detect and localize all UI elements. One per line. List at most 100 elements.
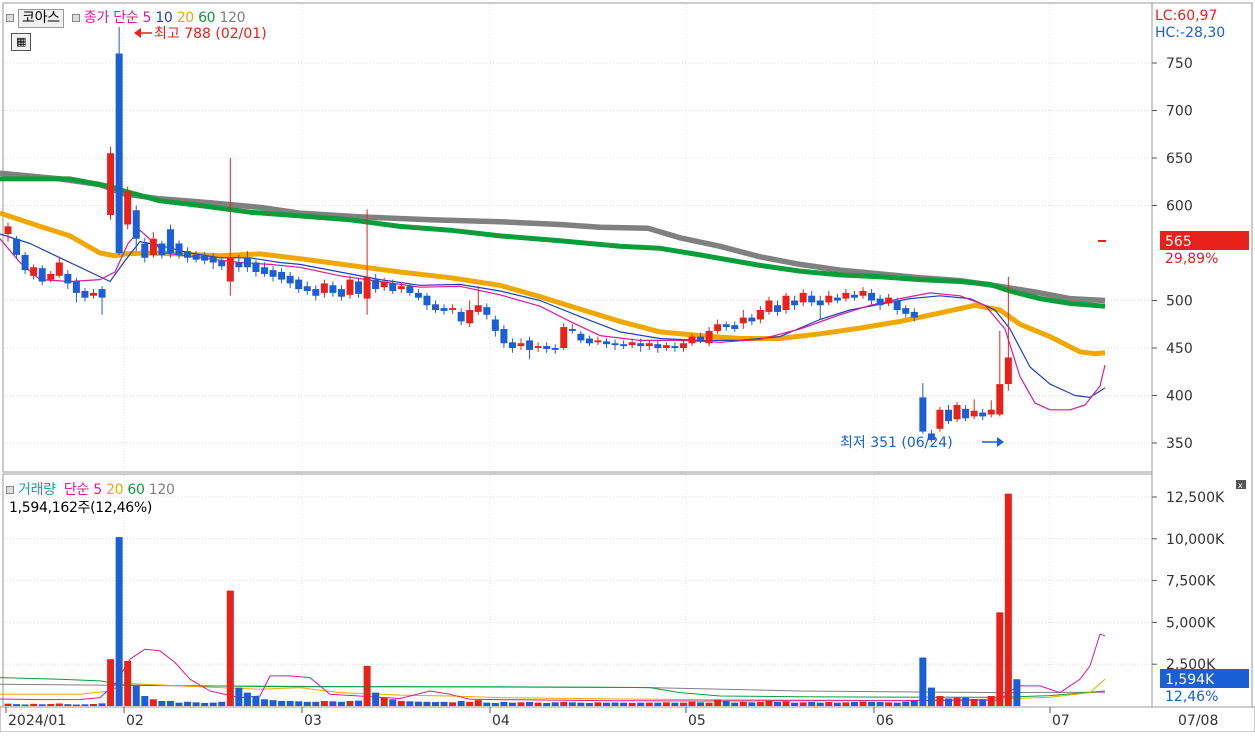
candle-body	[859, 291, 867, 296]
volume-bar	[201, 702, 209, 706]
candle-body	[397, 286, 405, 290]
candle-body	[551, 348, 559, 350]
candle-body	[457, 311, 465, 322]
volume-bar	[38, 704, 46, 706]
volume-bar	[953, 697, 961, 706]
current-volume-label: 1,594K	[1165, 672, 1215, 688]
candle-body	[945, 409, 952, 422]
volume-title[interactable]: 거래량	[18, 482, 56, 498]
price-toggle-icon[interactable]	[6, 14, 14, 22]
volume-bar	[577, 702, 585, 706]
volume-bar	[295, 701, 303, 706]
candle-body	[107, 153, 115, 215]
candle-body	[278, 272, 286, 280]
symbol-button[interactable]: 코아스	[18, 9, 64, 28]
candle-body	[13, 238, 21, 255]
volume-bar	[671, 702, 679, 706]
volume-bar	[132, 685, 140, 706]
volume-bar	[218, 701, 226, 706]
volume-bar	[320, 700, 328, 706]
volume-bar	[688, 701, 696, 706]
candle-body	[543, 346, 551, 349]
candle-body	[320, 283, 328, 293]
high-annotation: 최고 788 (02/01)	[154, 26, 267, 42]
candle-body	[132, 210, 140, 239]
volume-bar	[714, 699, 722, 706]
candle-body	[782, 295, 790, 310]
candle-body	[192, 254, 200, 260]
candle-body	[380, 281, 388, 288]
volume-bar	[329, 701, 337, 706]
volume-bar	[833, 702, 841, 706]
ma-toggle-icon[interactable]	[71, 14, 80, 22]
volume-bar	[876, 701, 884, 706]
volume-bar	[825, 701, 833, 706]
volume-bar	[731, 702, 739, 706]
volume-bar	[474, 700, 482, 706]
price-tick-label: 350	[1166, 436, 1193, 452]
volume-bar	[149, 699, 157, 706]
volume-bar	[158, 700, 166, 706]
volume-bar	[791, 702, 799, 706]
volume-bar	[21, 704, 29, 706]
candle-body	[816, 300, 824, 306]
volume-bar	[432, 701, 439, 706]
candle-body	[791, 300, 799, 306]
candle-body	[466, 310, 474, 324]
candle-body	[312, 289, 320, 296]
candle-body	[637, 343, 645, 347]
x-tick-label: 04	[492, 713, 510, 729]
candle-body	[594, 340, 602, 343]
candle-body	[218, 260, 226, 267]
volume-bar	[226, 590, 234, 706]
volume-bar	[278, 700, 286, 706]
volume-ma-name[interactable]: 단순	[64, 482, 89, 498]
candle-body	[748, 317, 756, 322]
candle-body	[970, 410, 978, 417]
candle-body	[953, 405, 961, 420]
candle-body	[568, 329, 576, 331]
volume-bar	[47, 703, 55, 706]
volume-bar	[1013, 679, 1021, 706]
volume-bar	[141, 695, 149, 706]
candle-body	[261, 267, 268, 274]
candle-body	[868, 292, 876, 301]
volume-bar	[979, 699, 987, 706]
candle-body	[166, 229, 174, 253]
volume-bar	[261, 699, 268, 706]
ma-indicator-name[interactable]: 종가 단순	[84, 10, 139, 26]
volume-tick-label: 12,500K	[1166, 490, 1225, 506]
candle-body	[508, 342, 516, 348]
price-panel	[2, 2, 1153, 473]
volume-bar	[782, 701, 790, 706]
candle-body	[833, 297, 841, 301]
candle-body	[175, 243, 183, 255]
candle-body	[902, 308, 910, 314]
candle-body	[440, 308, 448, 311]
price-header: 코아스 종가 단순 5 10 20 60 120	[6, 7, 246, 28]
volume-toggle-icon[interactable]	[6, 486, 14, 494]
volume-bar	[440, 701, 448, 706]
candle-body	[209, 256, 217, 263]
candle-body	[47, 273, 55, 280]
volume-bar	[517, 702, 525, 706]
volume-bar	[970, 698, 978, 706]
volume-bar	[175, 702, 183, 706]
x-current-date: 07/08	[1178, 713, 1218, 729]
volume-bar	[397, 700, 405, 706]
volume-bar	[337, 701, 345, 706]
volume-bar	[124, 660, 132, 706]
volume-bar	[81, 704, 89, 706]
candle-body	[893, 300, 901, 310]
grid-table-icon[interactable]: ▦	[11, 33, 31, 51]
volume-bar	[859, 701, 867, 706]
volume-bar	[235, 687, 243, 706]
volume-bar	[372, 692, 380, 706]
candle-body	[389, 283, 397, 291]
candle-body	[500, 329, 508, 344]
candle-body	[697, 336, 705, 341]
candle-body	[620, 344, 628, 347]
volume-bar	[252, 695, 260, 706]
current-volume-pct: 12,46%	[1165, 689, 1218, 705]
current-price-label: 565	[1165, 234, 1192, 250]
